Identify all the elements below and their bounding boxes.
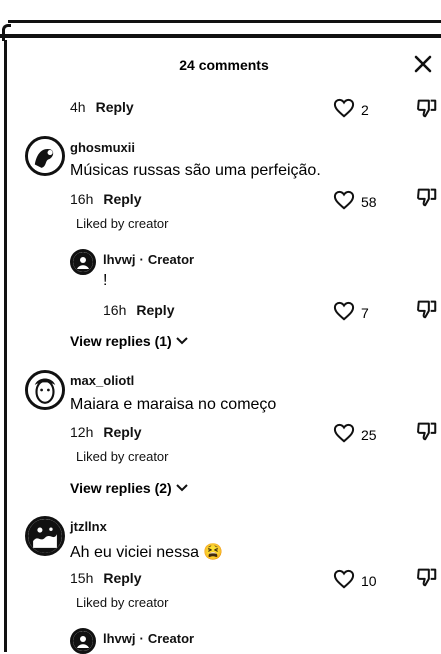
liked-by-creator: Liked by creator <box>76 216 169 231</box>
sheet-corner <box>2 24 11 41</box>
like-count: 25 <box>361 426 377 443</box>
thumbs-down-icon[interactable] <box>416 566 438 588</box>
creator-badge: Creator <box>147 631 195 646</box>
view-replies-button[interactable]: View replies (2) <box>70 480 188 496</box>
like-button[interactable]: 2 <box>333 98 369 121</box>
reply-button[interactable]: Reply <box>136 302 174 318</box>
reply-username[interactable]: lhvwj <box>103 631 136 646</box>
chevron-down-icon <box>175 480 188 496</box>
creator-reply-header: lhvwj · Creator <box>103 631 194 646</box>
comment-text: Maiara e maraisa no começo <box>70 396 277 413</box>
comment-meta: 4h Reply <box>70 99 134 115</box>
thumbs-down-icon[interactable] <box>416 97 438 119</box>
reply-button[interactable]: Reply <box>103 570 141 586</box>
like-count: 7 <box>361 304 369 321</box>
creator-badge: Creator <box>147 252 195 267</box>
comment-meta: 15h Reply <box>70 570 141 586</box>
divider <box>8 20 441 23</box>
comment-meta: 12h Reply <box>70 424 141 440</box>
close-icon[interactable] <box>413 54 433 74</box>
top-edge <box>0 0 441 41</box>
liked-by-creator: Liked by creator <box>76 595 169 610</box>
like-button[interactable]: 10 <box>333 569 377 592</box>
comment-meta: 16h Reply <box>70 191 141 207</box>
heart-icon <box>333 423 355 446</box>
comment-username[interactable]: jtzllnx <box>70 519 107 534</box>
avatar[interactable] <box>25 516 65 556</box>
reply-time: 16h <box>103 302 127 318</box>
comment-time: 16h <box>70 191 94 207</box>
heart-icon <box>333 301 355 324</box>
comment-text: Músicas russas são uma perfeição. <box>70 162 321 179</box>
creator-avatar[interactable] <box>70 249 96 275</box>
view-replies-label: View replies (1) <box>70 333 172 349</box>
comment-time: 4h <box>70 99 86 115</box>
thumbs-down-icon[interactable] <box>416 186 438 208</box>
like-count: 10 <box>361 572 377 589</box>
reply-meta: 16h Reply <box>103 302 174 318</box>
like-count: 58 <box>361 193 377 210</box>
reply-username[interactable]: lhvwj <box>103 252 136 267</box>
like-count: 2 <box>361 101 369 118</box>
thumbs-down-icon[interactable] <box>416 298 438 320</box>
like-button[interactable]: 58 <box>333 190 377 213</box>
like-button[interactable]: 25 <box>333 423 377 446</box>
heart-icon <box>333 98 355 121</box>
divider <box>0 34 441 38</box>
comment-time: 15h <box>70 570 94 586</box>
avatar[interactable] <box>25 136 65 176</box>
comments-sheet: 24 comments 4h Reply 2 ghosmuxii Músicas… <box>4 40 441 654</box>
separator: · <box>139 631 144 646</box>
comment-username[interactable]: ghosmuxii <box>70 140 135 155</box>
reply-button[interactable]: Reply <box>96 99 134 115</box>
view-replies-button[interactable]: View replies (1) <box>70 333 188 349</box>
comments-count-title: 24 comments <box>179 57 269 73</box>
liked-by-creator: Liked by creator <box>76 449 169 464</box>
chevron-down-icon <box>175 333 188 349</box>
reply-button[interactable]: Reply <box>103 424 141 440</box>
reply-button[interactable]: Reply <box>103 191 141 207</box>
heart-icon <box>333 569 355 592</box>
view-replies-label: View replies (2) <box>70 480 172 496</box>
creator-reply-header: lhvwj · Creator <box>103 252 194 267</box>
comment-username[interactable]: max_oliotl <box>70 373 134 388</box>
reply-text: ! <box>103 272 108 289</box>
thumbs-down-icon[interactable] <box>416 420 438 442</box>
creator-avatar[interactable] <box>70 628 96 654</box>
comment-text: Ah eu viciei nessa 😫 <box>70 544 224 561</box>
like-button[interactable]: 7 <box>333 301 369 324</box>
avatar[interactable] <box>25 370 65 410</box>
comment-time: 12h <box>70 424 94 440</box>
separator: · <box>139 252 144 267</box>
heart-icon <box>333 190 355 213</box>
